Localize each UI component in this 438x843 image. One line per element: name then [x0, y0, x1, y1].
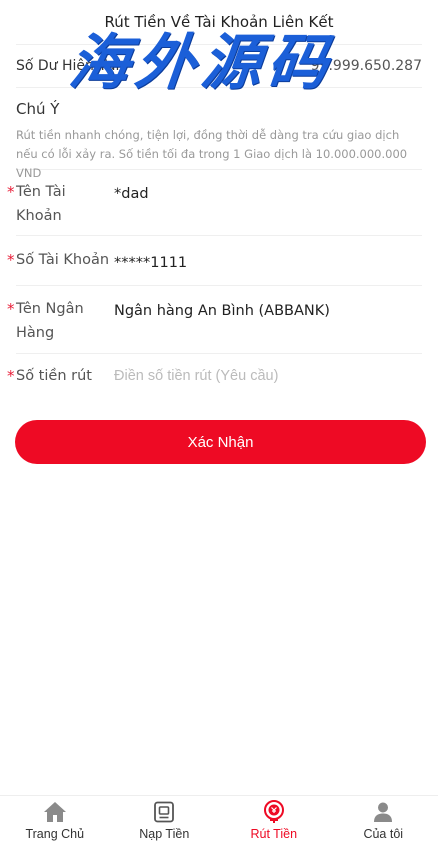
account-name-value: *dad	[114, 186, 149, 202]
required-mark: *	[7, 251, 15, 269]
balance-value: 99.999.650.287	[310, 58, 422, 74]
amount-row: * Số tiền rút	[7, 354, 422, 406]
account-name-label: * Tên Tài Khoản	[7, 180, 114, 235]
tab-deposit-label: Nạp Tiền	[139, 827, 190, 841]
tab-withdraw[interactable]: Rút Tiền	[219, 796, 329, 843]
bank-name-value: Ngân hàng An Bình (ABBANK)	[114, 303, 330, 319]
user-icon	[372, 800, 394, 824]
amount-label: * Số tiền rút	[7, 364, 114, 406]
withdraw-icon	[262, 800, 286, 824]
note-title: Chú Ý	[16, 100, 60, 118]
tab-account-label: Của tôi	[363, 827, 404, 841]
confirm-button[interactable]: Xác Nhận	[15, 420, 426, 464]
tab-home[interactable]: Trang Chủ	[0, 796, 110, 843]
required-mark: *	[7, 300, 15, 318]
bank-name-label: * Tên Ngân Hàng	[7, 297, 114, 353]
account-number-row: * Số Tài Khoản *****1111	[7, 236, 422, 286]
tab-home-label: Trang Chủ	[25, 827, 85, 841]
bottom-tabbar: Trang Chủ Nạp Tiền Rút Tiền Của tôi	[0, 795, 438, 843]
home-icon	[43, 800, 67, 824]
account-name-row: * Tên Tài Khoản *dad	[7, 170, 422, 236]
tab-deposit[interactable]: Nạp Tiền	[110, 796, 220, 843]
tab-account[interactable]: Của tôi	[329, 796, 438, 843]
balance-label: Số Dư Hiện Tại	[16, 58, 120, 74]
account-number-label: * Số Tài Khoản	[7, 248, 114, 285]
bank-name-row: * Tên Ngân Hàng Ngân hàng An Bình (ABBAN…	[7, 286, 422, 354]
account-number-value: *****1111	[114, 255, 188, 271]
deposit-icon	[153, 800, 175, 824]
page-header: Rút Tiền Về Tài Khoản Liên Kết	[0, 0, 438, 44]
required-mark: *	[7, 367, 15, 385]
required-mark: *	[7, 183, 15, 201]
tab-withdraw-label: Rút Tiền	[250, 827, 298, 841]
page-title: Rút Tiền Về Tài Khoản Liên Kết	[104, 13, 334, 31]
note-section: Chú Ý Rút tiền nhanh chóng, tiện lợi, đồ…	[16, 88, 422, 180]
amount-input[interactable]	[114, 364, 422, 384]
balance-row: Số Dư Hiện Tại 99.999.650.287	[16, 44, 422, 88]
